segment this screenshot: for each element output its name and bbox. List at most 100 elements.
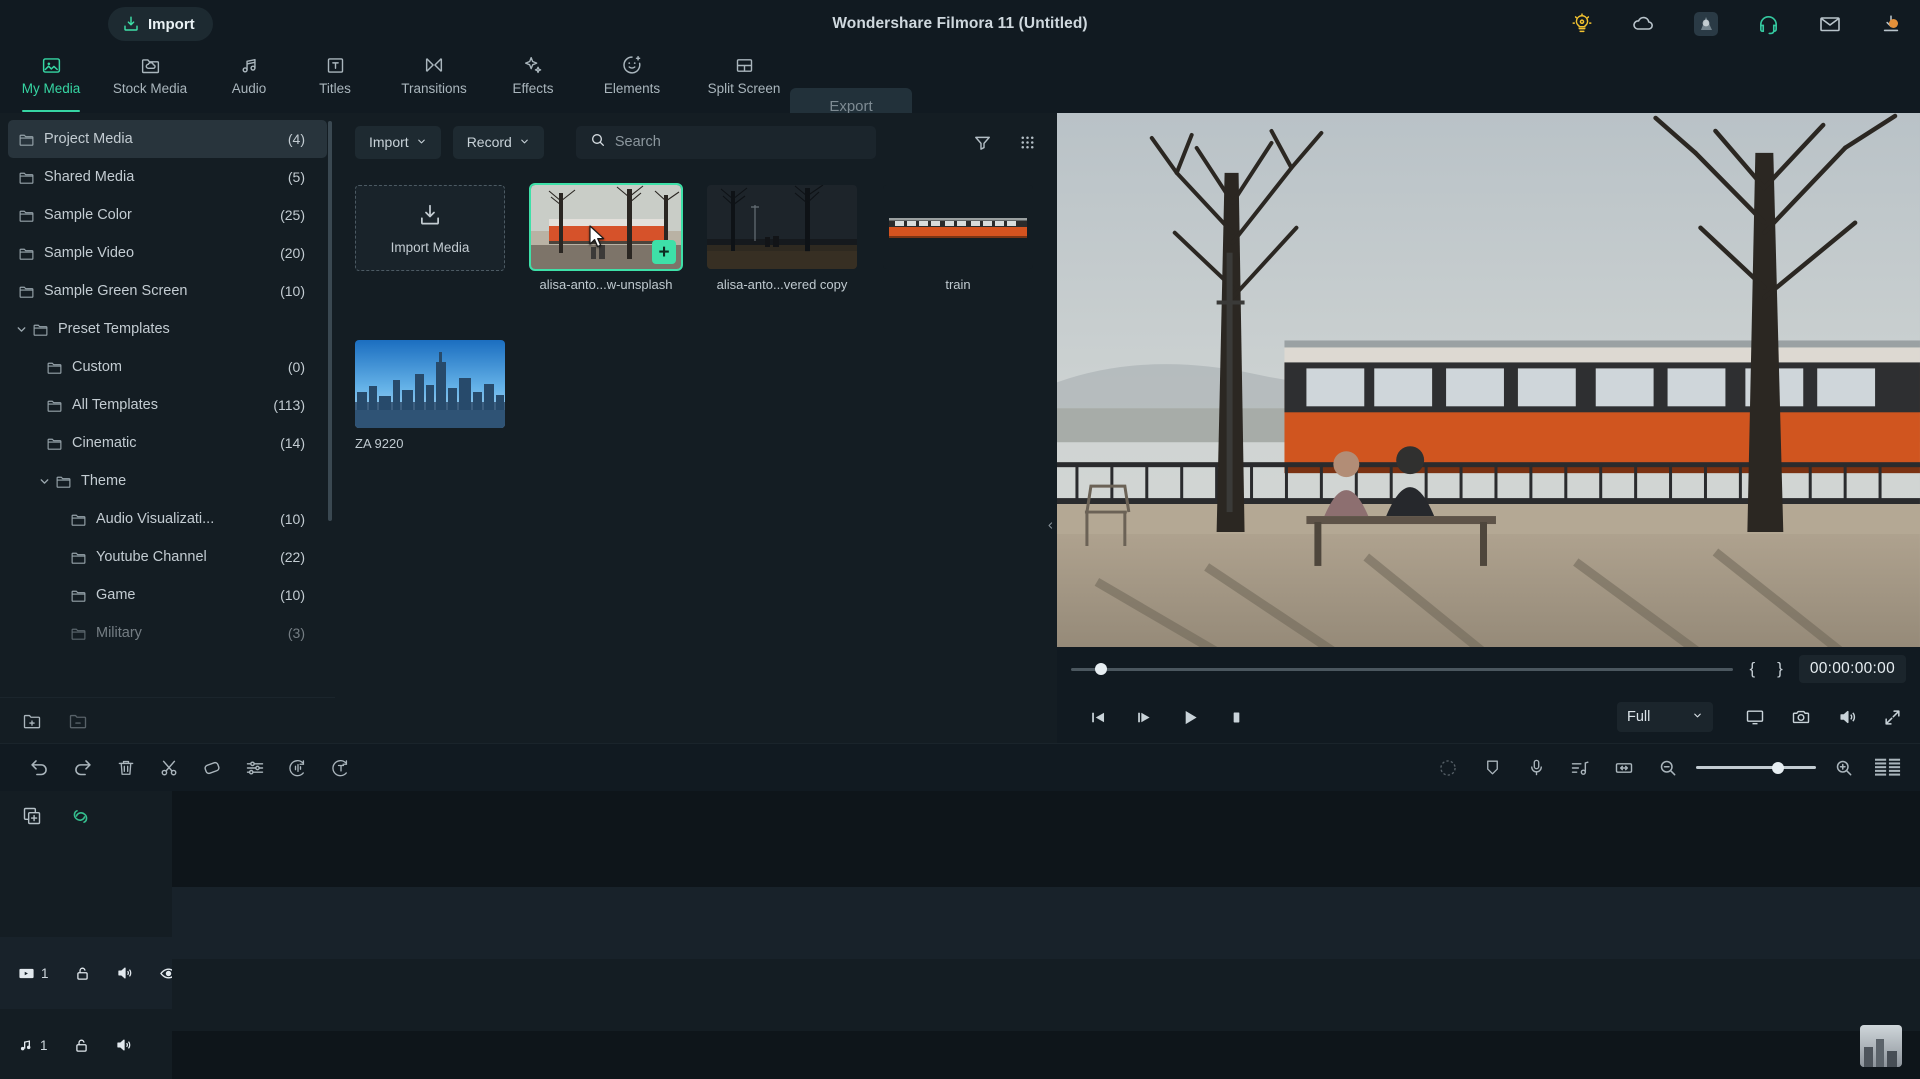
preview-timecode[interactable]: 00:00:00:00	[1798, 655, 1906, 683]
tab-split-screen[interactable]: Split Screen	[688, 48, 800, 110]
zoom-in-icon[interactable]	[1822, 758, 1866, 778]
video-preview[interactable]	[1057, 113, 1920, 647]
preview-quality-select[interactable]: Full	[1617, 702, 1713, 732]
redo-icon[interactable]	[61, 757, 104, 778]
media-item-za-9220[interactable]: ZA 9220	[355, 340, 505, 451]
volume-icon[interactable]	[116, 964, 134, 982]
chevron-down-icon[interactable]	[10, 323, 32, 336]
sidebar-scrollbar[interactable]	[328, 121, 332, 521]
timeline-zoom-knob[interactable]	[1772, 761, 1784, 774]
import-media-dropzone[interactable]: Import Media	[355, 185, 505, 292]
tab-my-media[interactable]: My Media	[8, 48, 94, 112]
stop-button[interactable]	[1213, 709, 1259, 726]
tab-effects[interactable]: Effects	[490, 48, 576, 110]
corner-thumb-building	[1864, 1047, 1873, 1067]
sidebar-item-sample-green-screen[interactable]: Sample Green Screen (10)	[8, 272, 327, 310]
new-folder-icon[interactable]	[22, 711, 42, 731]
sidebar-item-cinematic[interactable]: Cinematic (14)	[8, 424, 327, 462]
audio-mixer-icon[interactable]	[1558, 758, 1602, 778]
preview-scrubber[interactable]	[1071, 663, 1734, 675]
tab-stock-media[interactable]: Stock Media	[94, 48, 206, 110]
sidebar-item-military[interactable]: Military (3)	[8, 614, 327, 652]
chevron-down-icon[interactable]	[33, 475, 55, 488]
tab-elements[interactable]: Elements	[576, 48, 688, 110]
mail-icon[interactable]	[1818, 12, 1842, 36]
split-scissors-icon[interactable]	[147, 758, 190, 778]
media-item-trees-dark[interactable]: alisa-anto...vered copy	[707, 185, 857, 292]
link-unlink-icon[interactable]	[70, 806, 91, 827]
render-preview-icon[interactable]	[1426, 758, 1470, 778]
crop-icon[interactable]	[190, 758, 233, 778]
audio-track-lane[interactable]	[172, 959, 1920, 1031]
fullscreen-icon[interactable]	[1883, 708, 1902, 727]
display-monitor-icon[interactable]	[1745, 707, 1765, 727]
media-item-train[interactable]: train	[883, 185, 1033, 292]
video-track-lane[interactable]	[172, 887, 1920, 959]
timeline-zoom-slider[interactable]	[1696, 761, 1816, 774]
search-input[interactable]	[614, 134, 862, 150]
audio-detach-icon[interactable]	[276, 758, 319, 778]
headset-support-icon[interactable]	[1757, 13, 1780, 36]
tab-titles[interactable]: Titles	[292, 48, 378, 110]
sidebar-item-all-templates[interactable]: All Templates (113)	[8, 386, 327, 424]
video-track-header[interactable]: 1	[0, 937, 177, 1009]
playhead-knob[interactable]	[1095, 663, 1107, 675]
download-icon[interactable]	[1880, 13, 1902, 35]
sidebar-item-theme[interactable]: Theme	[8, 462, 327, 500]
sidebar-item-sample-color[interactable]: Sample Color (25)	[8, 196, 327, 234]
grid-view-icon[interactable]	[1018, 133, 1037, 152]
search-icon	[590, 132, 606, 153]
timeline: 1 1	[0, 791, 1920, 1079]
lightbulb-icon[interactable]	[1571, 13, 1593, 35]
prev-frame-button[interactable]	[1075, 708, 1121, 727]
sidebar-item-preset-templates[interactable]: Preset Templates	[8, 310, 327, 348]
sidebar-item-audio-visualization[interactable]: Audio Visualizati... (10)	[8, 500, 327, 538]
sidebar-item-shared-media[interactable]: Shared Media (5)	[8, 158, 327, 196]
media-import-dropdown[interactable]: Import	[355, 125, 441, 159]
tab-transitions[interactable]: Transitions	[378, 48, 490, 110]
media-item-tram[interactable]: + alisa-anto...w-unsplash	[529, 183, 683, 292]
folder-icon	[55, 473, 72, 490]
voiceover-mic-icon[interactable]	[1514, 758, 1558, 777]
next-frame-button[interactable]	[1121, 708, 1167, 727]
mark-in-button[interactable]: {	[1743, 659, 1761, 679]
media-thumbnail[interactable]	[883, 185, 1033, 269]
color-settings-icon[interactable]	[233, 758, 276, 778]
remove-folder-icon[interactable]	[68, 711, 88, 731]
sidebar-item-sample-video[interactable]: Sample Video (20)	[8, 234, 327, 272]
add-to-timeline-badge[interactable]: +	[652, 240, 676, 264]
zoom-out-icon[interactable]	[1646, 758, 1690, 778]
play-button[interactable]	[1167, 707, 1213, 728]
corner-preview-thumbnail[interactable]	[1860, 1025, 1902, 1067]
lock-icon[interactable]	[74, 965, 91, 982]
search-box[interactable]	[575, 125, 876, 159]
panel-collapse-handle[interactable]	[1044, 508, 1057, 542]
account-avatar[interactable]	[1693, 11, 1719, 37]
mark-out-button[interactable]: }	[1771, 659, 1789, 679]
auto-caption-icon[interactable]	[319, 758, 362, 778]
media-thumbnail[interactable]	[355, 340, 505, 428]
sidebar-item-project-media[interactable]: Project Media (4)	[8, 120, 327, 158]
undo-icon[interactable]	[18, 757, 61, 778]
media-thumbnail[interactable]: +	[529, 183, 683, 271]
volume-icon[interactable]	[115, 1036, 133, 1054]
import-media-dropzone-box[interactable]: Import Media	[355, 185, 505, 271]
filter-icon[interactable]	[973, 133, 992, 152]
tab-audio[interactable]: Audio	[206, 48, 292, 110]
timeline-track-area[interactable]	[172, 791, 1920, 1079]
volume-icon[interactable]	[1837, 707, 1857, 727]
snapshot-camera-icon[interactable]	[1791, 707, 1811, 727]
marker-icon[interactable]	[1470, 758, 1514, 777]
add-track-icon[interactable]	[22, 806, 42, 826]
fit-timeline-icon[interactable]	[1602, 758, 1646, 778]
cloud-icon[interactable]	[1631, 12, 1655, 36]
keyframe-panel-icon[interactable]	[1866, 757, 1910, 779]
lock-icon[interactable]	[73, 1037, 90, 1054]
media-thumbnail[interactable]	[707, 185, 857, 269]
audio-track-header[interactable]: 1	[0, 1009, 172, 1079]
sidebar-item-youtube-channel[interactable]: Youtube Channel (22)	[8, 538, 327, 576]
media-record-dropdown[interactable]: Record	[452, 125, 544, 159]
sidebar-item-game[interactable]: Game (10)	[8, 576, 327, 614]
delete-icon[interactable]	[104, 758, 147, 778]
sidebar-item-custom[interactable]: Custom (0)	[8, 348, 327, 386]
